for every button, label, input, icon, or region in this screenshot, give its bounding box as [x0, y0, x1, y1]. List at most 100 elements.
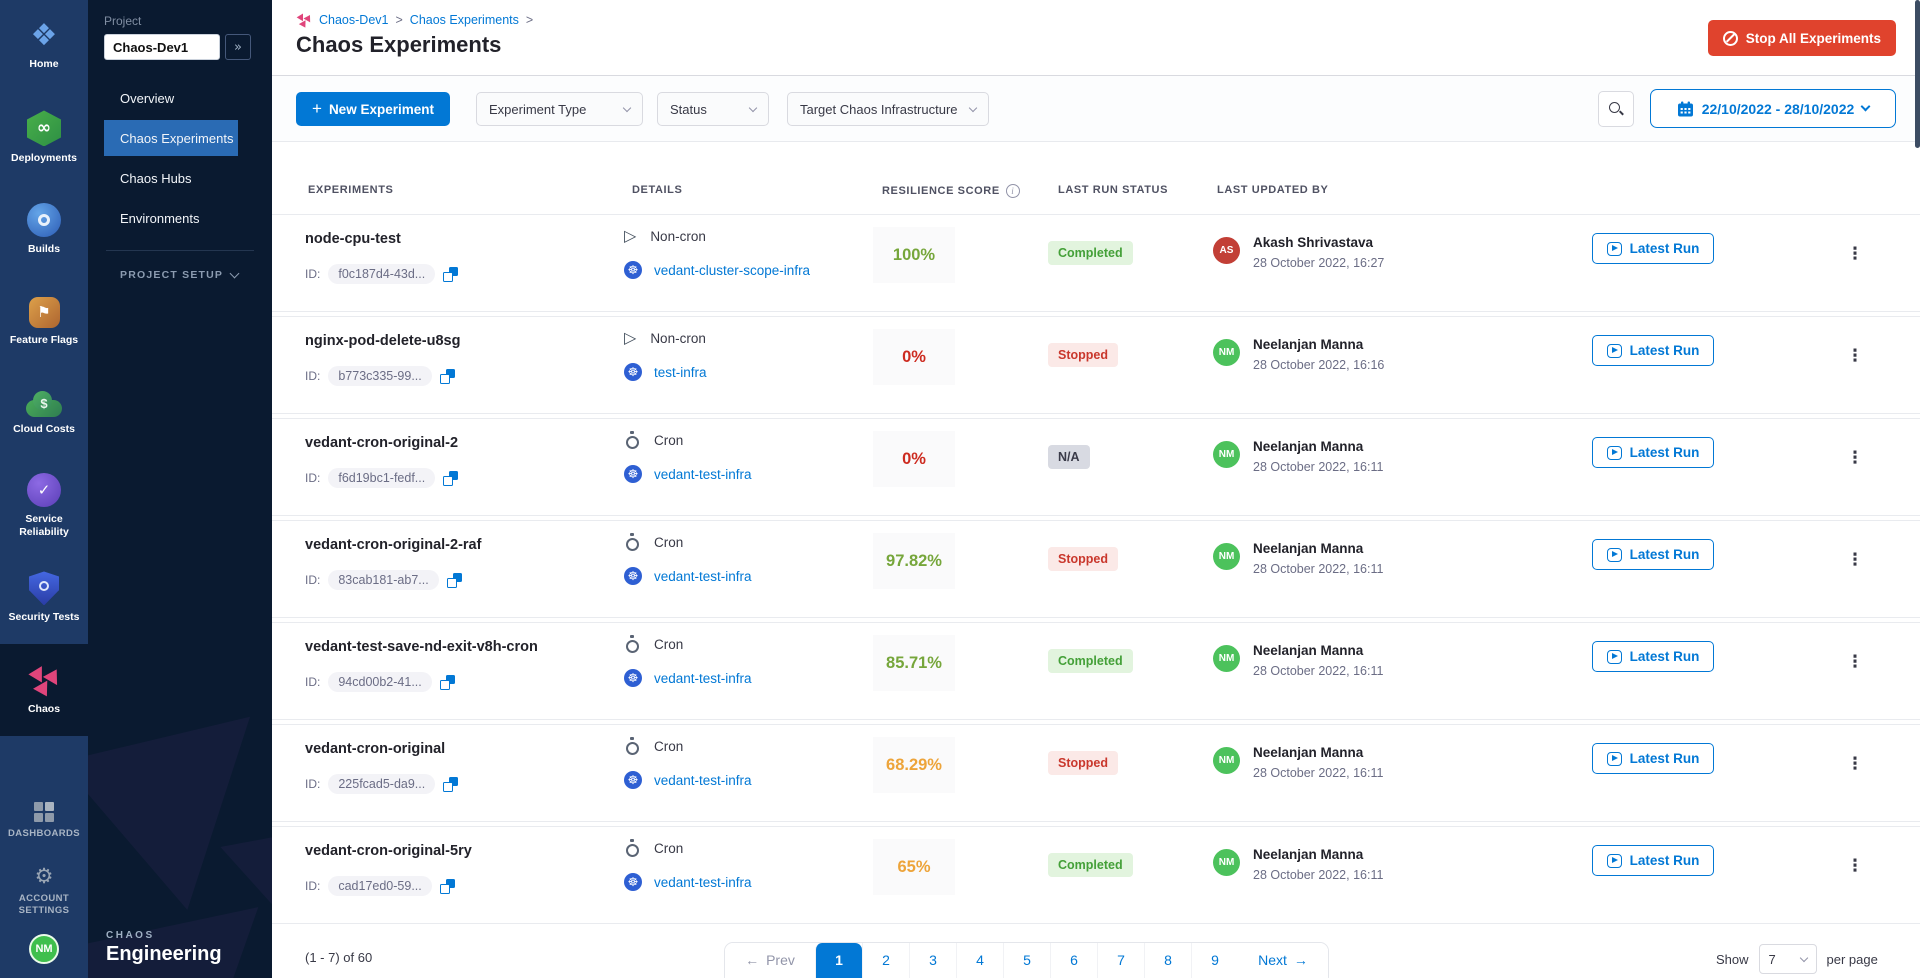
- page-title: Chaos Experiments: [296, 32, 501, 58]
- user-avatar[interactable]: NM: [29, 934, 59, 964]
- stop-all-experiments-button[interactable]: Stop All Experiments: [1708, 20, 1896, 56]
- sidebar-item-label: DASHBOARDS: [8, 828, 80, 840]
- sidebar-item-cloud-costs[interactable]: $ Cloud Costs: [0, 368, 88, 460]
- experiment-name[interactable]: node-cpu-test: [305, 231, 401, 247]
- target-infrastructure-filter[interactable]: Target Chaos Infrastructure: [787, 92, 989, 126]
- avatar: NM: [1213, 441, 1240, 468]
- resilience-score: 85.71%: [873, 635, 955, 691]
- infrastructure-link[interactable]: vedant-test-infra: [654, 875, 752, 890]
- page-button-4[interactable]: 4: [956, 943, 1003, 978]
- search-button[interactable]: [1598, 91, 1634, 127]
- sidebar-item-builds[interactable]: Builds: [0, 184, 88, 276]
- page-button-7[interactable]: 7: [1097, 943, 1144, 978]
- prev-page-button[interactable]: ← Prev: [725, 943, 815, 978]
- kubernetes-icon: ☸: [624, 669, 642, 687]
- filter-label: Experiment Type: [489, 102, 586, 117]
- page-button-3[interactable]: 3: [909, 943, 956, 978]
- copy-icon[interactable]: [447, 573, 462, 588]
- infrastructure-line: ☸ vedant-cluster-scope-infra: [624, 261, 810, 279]
- experiment-name[interactable]: vedant-cron-original: [305, 741, 445, 757]
- latest-run-button[interactable]: Latest Run: [1592, 539, 1714, 570]
- sidebar-item-home[interactable]: ❖ Home: [0, 0, 88, 92]
- infrastructure-link[interactable]: vedant-test-infra: [654, 671, 752, 686]
- per-page-select[interactable]: 7: [1759, 944, 1817, 974]
- latest-run-button[interactable]: Latest Run: [1592, 845, 1714, 876]
- sidebar-item-label: Service Reliability: [6, 513, 82, 539]
- infrastructure-link[interactable]: vedant-test-infra: [654, 467, 752, 482]
- breadcrumb-experiments-link[interactable]: Chaos Experiments: [410, 13, 519, 27]
- page-button-1[interactable]: 1: [815, 943, 862, 978]
- sidebar-item-chaos-hubs[interactable]: Chaos Hubs: [104, 160, 238, 196]
- updated-by-date: 28 October 2022, 16:27: [1253, 256, 1384, 270]
- row-menu-button[interactable]: ⋮: [1840, 341, 1870, 371]
- row-menu-button[interactable]: ⋮: [1840, 647, 1870, 677]
- next-page-button[interactable]: Next →: [1238, 943, 1328, 978]
- experiment-name[interactable]: vedant-cron-original-2-raf: [305, 537, 481, 553]
- home-icon: ❖: [31, 20, 58, 52]
- row-menu-button[interactable]: ⋮: [1840, 545, 1870, 575]
- chevron-down-icon: [749, 103, 757, 111]
- schedule-line: ▷ Non-cron: [624, 227, 706, 245]
- page-button-2[interactable]: 2: [862, 943, 909, 978]
- kubernetes-icon: ☸: [624, 771, 642, 789]
- project-menu: Overview Chaos Experiments Chaos Hubs Envir…: [88, 80, 272, 236]
- experiment-name[interactable]: vedant-cron-original-2: [305, 435, 458, 451]
- status-filter[interactable]: Status: [657, 92, 769, 126]
- row-menu-button[interactable]: ⋮: [1840, 851, 1870, 881]
- copy-icon[interactable]: [440, 369, 455, 384]
- latest-run-button[interactable]: Latest Run: [1592, 233, 1714, 264]
- sidebar-item-account-settings[interactable]: ⚙ ACCOUNT SETTINGS: [6, 856, 82, 926]
- sidebar-item-deployments[interactable]: ∞ Deployments: [0, 92, 88, 184]
- scrollbar-thumb[interactable]: [1915, 0, 1920, 148]
- page-button-8[interactable]: 8: [1144, 943, 1191, 978]
- sidebar-item-environments[interactable]: Environments: [104, 200, 238, 236]
- row-menu-button[interactable]: ⋮: [1840, 749, 1870, 779]
- experiment-name[interactable]: vedant-test-save-nd-exit-v8h-cron: [305, 639, 538, 655]
- copy-icon[interactable]: [440, 675, 455, 690]
- sidebar-item-dashboards[interactable]: DASHBOARDS: [8, 786, 80, 856]
- project-setup-toggle[interactable]: PROJECT SETUP: [120, 269, 238, 281]
- sidebar-item-security-tests[interactable]: Security Tests: [0, 552, 88, 644]
- schedule-line: Cron: [624, 737, 683, 755]
- infrastructure-link[interactable]: vedant-cluster-scope-infra: [654, 263, 810, 278]
- breadcrumb-project-link[interactable]: Chaos-Dev1: [319, 13, 388, 27]
- experiment-id: cad17ed0-59...: [328, 876, 431, 896]
- sidebar-item-chaos[interactable]: Chaos: [0, 644, 88, 736]
- column-experiments: EXPERIMENTS: [308, 184, 393, 196]
- copy-icon[interactable]: [443, 471, 458, 486]
- experiment-type-filter[interactable]: Experiment Type: [476, 92, 643, 126]
- copy-icon[interactable]: [440, 879, 455, 894]
- sidebar-item-chaos-experiments[interactable]: Chaos Experiments: [104, 120, 238, 156]
- resilience-score: 100%: [873, 227, 955, 283]
- sidebar-item-overview[interactable]: Overview: [104, 80, 238, 116]
- page-button-5[interactable]: 5: [1003, 943, 1050, 978]
- sidebar-collapse-button[interactable]: »: [225, 34, 251, 60]
- row-menu-button[interactable]: ⋮: [1840, 443, 1870, 473]
- infrastructure-link[interactable]: vedant-test-infra: [654, 773, 752, 788]
- info-icon[interactable]: i: [1006, 184, 1020, 198]
- page-button-9[interactable]: 9: [1191, 943, 1238, 978]
- infrastructure-line: ☸ vedant-test-infra: [624, 669, 752, 687]
- resilience-score: 65%: [873, 839, 955, 895]
- copy-icon[interactable]: [443, 267, 458, 282]
- latest-run-button[interactable]: Latest Run: [1592, 335, 1714, 366]
- experiment-name[interactable]: nginx-pod-delete-u8sg: [305, 333, 460, 349]
- row-menu-button[interactable]: ⋮: [1840, 239, 1870, 269]
- status-badge: Stopped: [1048, 547, 1118, 571]
- latest-run-button[interactable]: Latest Run: [1592, 437, 1714, 468]
- search-icon: [1608, 101, 1624, 117]
- page-button-6[interactable]: 6: [1050, 943, 1097, 978]
- sidebar-item-service-reliability[interactable]: ✓ Service Reliability: [0, 460, 88, 552]
- date-range-picker[interactable]: 22/10/2022 - 28/10/2022: [1650, 89, 1896, 128]
- latest-run-button[interactable]: Latest Run: [1592, 743, 1714, 774]
- sidebar-item-feature-flags[interactable]: ⚑ Feature Flags: [0, 276, 88, 368]
- infrastructure-link[interactable]: vedant-test-infra: [654, 569, 752, 584]
- new-experiment-button[interactable]: + New Experiment: [296, 92, 450, 126]
- latest-run-button[interactable]: Latest Run: [1592, 641, 1714, 672]
- experiment-name[interactable]: vedant-cron-original-5ry: [305, 843, 472, 859]
- id-label: ID:: [305, 369, 320, 383]
- avatar: NM: [1213, 543, 1240, 570]
- infrastructure-link[interactable]: test-infra: [654, 365, 707, 380]
- copy-icon[interactable]: [443, 777, 458, 792]
- project-name-input[interactable]: [104, 34, 220, 60]
